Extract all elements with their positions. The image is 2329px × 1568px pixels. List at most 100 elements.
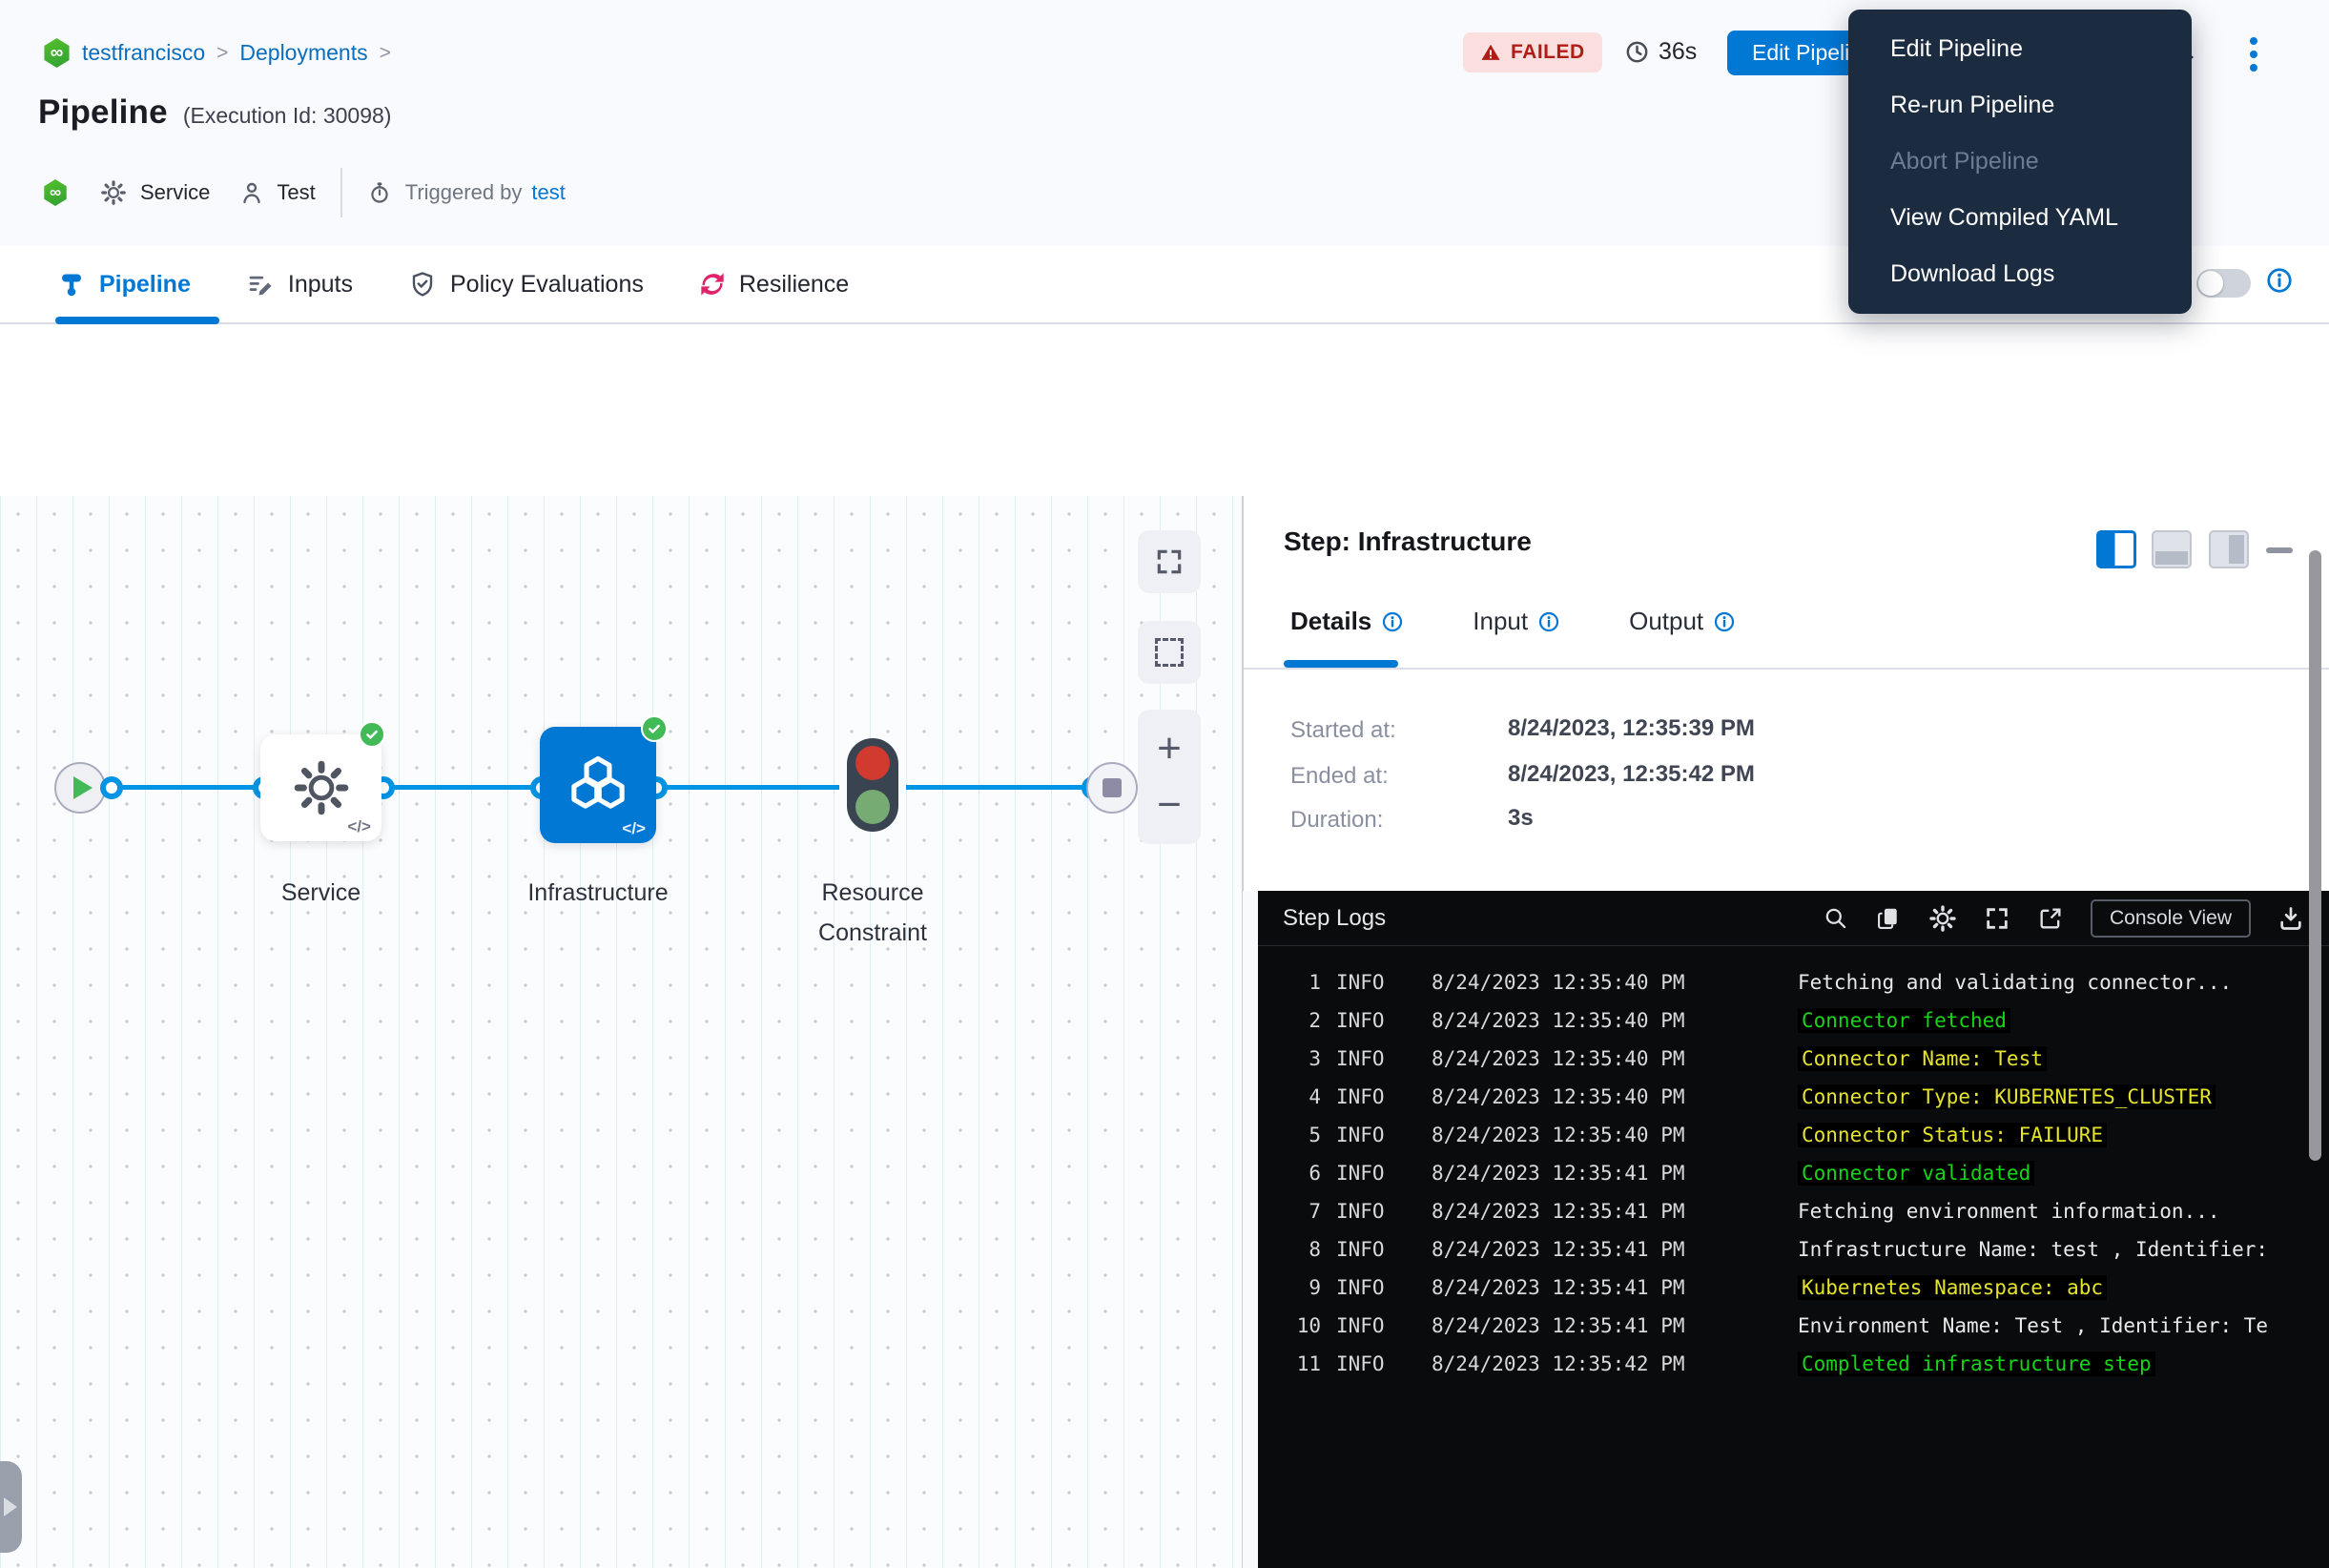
zoom-out-button[interactable]: − bbox=[1157, 789, 1182, 821]
layout-right-view-button[interactable] bbox=[2209, 530, 2249, 568]
breadcrumb-separator: > bbox=[380, 42, 391, 65]
environment-person-icon bbox=[238, 179, 265, 206]
log-row: 10INFO8/24/2023 12:35:41 PMEnvironment N… bbox=[1288, 1307, 2319, 1345]
log-row: 4INFO8/24/2023 12:35:40 PMConnector Type… bbox=[1288, 1078, 2319, 1116]
canvas-select-button[interactable] bbox=[1138, 621, 1201, 684]
step-tab-input[interactable]: Input bbox=[1473, 607, 1560, 636]
node-label-resource-constraint: Resource Constraint bbox=[792, 873, 954, 953]
log-row: 1INFO8/24/2023 12:35:40 PMFetching and v… bbox=[1288, 963, 2319, 1001]
tab-policy-evaluations[interactable]: Policy Evaluations bbox=[408, 270, 644, 299]
success-check-icon bbox=[641, 715, 668, 742]
service-meta-label: Service bbox=[140, 180, 210, 205]
console-view-button[interactable]: Console View bbox=[2091, 899, 2251, 938]
detail-label: Duration: bbox=[1290, 807, 1383, 834]
detail-value: 8/24/2023, 12:35:42 PM bbox=[1508, 761, 1755, 788]
pipeline-meta-row: ∞ Service Test Triggered by test bbox=[43, 168, 566, 217]
menu-item-download-logs[interactable]: Download Logs bbox=[1848, 246, 2192, 302]
more-options-kebab-icon[interactable] bbox=[2239, 32, 2268, 76]
infrastructure-step-node[interactable]: </> bbox=[540, 727, 656, 843]
info-icon[interactable] bbox=[1537, 610, 1560, 633]
canvas-fullscreen-button[interactable] bbox=[1138, 530, 1201, 593]
log-row: 6INFO8/24/2023 12:35:41 PMConnector vali… bbox=[1288, 1154, 2319, 1192]
menu-item-view-compiled-yaml[interactable]: View Compiled YAML bbox=[1848, 190, 2192, 246]
code-tag: </> bbox=[622, 819, 646, 838]
fullscreen-icon[interactable] bbox=[1984, 905, 2010, 932]
layout-split-view-button[interactable] bbox=[2096, 530, 2136, 568]
stage-summary-bar: deploy Started at: 8/24/2023, 12:35:11 P… bbox=[0, 324, 2329, 496]
start-node[interactable] bbox=[54, 762, 106, 814]
log-row: 2INFO8/24/2023 12:35:40 PMConnector fetc… bbox=[1288, 1001, 2319, 1040]
log-row: 8INFO8/24/2023 12:35:41 PMInfrastructure… bbox=[1288, 1230, 2319, 1269]
layout-bottom-view-button[interactable] bbox=[2152, 530, 2192, 568]
log-row: 9INFO8/24/2023 12:35:41 PMKubernetes Nam… bbox=[1288, 1269, 2319, 1307]
breadcrumb-separator: > bbox=[216, 42, 228, 65]
breadcrumb-deployments[interactable]: Deployments bbox=[239, 40, 367, 66]
cd-module-icon: ∞ bbox=[43, 179, 68, 206]
log-row: 11INFO8/24/2023 12:35:42 PMCompleted inf… bbox=[1288, 1345, 2319, 1383]
canvas-zoom-controls: + − bbox=[1138, 710, 1201, 844]
resource-constraint-node[interactable] bbox=[847, 738, 898, 832]
detail-value: 3s bbox=[1508, 805, 1534, 832]
info-icon[interactable] bbox=[1713, 610, 1736, 633]
pipeline-tab-icon bbox=[57, 270, 86, 299]
step-tab-details[interactable]: Details bbox=[1290, 607, 1404, 636]
node-label-infrastructure: Infrastructure bbox=[507, 873, 689, 913]
info-icon[interactable] bbox=[1381, 610, 1404, 633]
step-logs-header: Step Logs Console View bbox=[1258, 891, 2329, 946]
resilience-tab-icon bbox=[699, 271, 726, 298]
pipeline-canvas[interactable]: </> </> Service Infrastructure Resource … bbox=[0, 496, 1243, 1568]
tab-pipeline[interactable]: Pipeline bbox=[57, 270, 191, 299]
zoom-in-button[interactable]: + bbox=[1157, 732, 1182, 765]
shield-check-icon bbox=[408, 270, 437, 299]
fullscreen-icon bbox=[1154, 547, 1185, 577]
triggered-by-label: Triggered by bbox=[405, 180, 523, 205]
detail-value: 8/24/2023, 12:35:39 PM bbox=[1508, 715, 1755, 742]
meta-divider bbox=[340, 168, 342, 217]
warning-triangle-icon bbox=[1480, 42, 1501, 63]
menu-item-rerun-pipeline[interactable]: Re-run Pipeline bbox=[1848, 77, 2192, 134]
node-port bbox=[100, 776, 123, 799]
info-icon[interactable] bbox=[2265, 266, 2294, 295]
tab-inputs[interactable]: Inputs bbox=[246, 270, 353, 299]
step-details-panel: Step: Infrastructure Details Input Outpu… bbox=[1243, 496, 2329, 891]
gear-icon bbox=[292, 758, 351, 817]
minimize-panel-button[interactable] bbox=[2266, 547, 2293, 553]
chevron-right-icon bbox=[4, 1497, 17, 1516]
traffic-green-light bbox=[855, 790, 890, 824]
status-badge: FAILED bbox=[1463, 32, 1602, 72]
node-label-service: Service bbox=[251, 873, 391, 913]
panel-scrollbar[interactable] bbox=[2309, 550, 2321, 1161]
step-logs-title: Step Logs bbox=[1283, 905, 1386, 932]
step-tab-output[interactable]: Output bbox=[1629, 607, 1736, 636]
tab-resilience[interactable]: Resilience bbox=[699, 271, 849, 299]
copy-icon[interactable] bbox=[1875, 905, 1902, 932]
active-step-tab-underline bbox=[1284, 660, 1398, 668]
inputs-tab-icon bbox=[246, 270, 275, 299]
gear-icon[interactable] bbox=[1928, 904, 1957, 933]
traffic-red-light bbox=[855, 746, 890, 780]
active-tab-underline bbox=[55, 317, 219, 324]
open-in-new-icon[interactable] bbox=[2037, 905, 2064, 932]
menu-item-abort-pipeline[interactable]: Abort Pipeline bbox=[1848, 134, 2192, 190]
log-rows: 1INFO8/24/2023 12:35:40 PMFetching and v… bbox=[1288, 963, 2319, 1383]
service-step-node[interactable]: </> bbox=[260, 734, 381, 841]
triggered-by-user-link[interactable]: test bbox=[531, 180, 565, 205]
expand-left-panel-handle[interactable] bbox=[0, 1461, 22, 1553]
menu-item-edit-pipeline[interactable]: Edit Pipeline bbox=[1848, 21, 2192, 77]
search-icon[interactable] bbox=[1823, 905, 1848, 931]
step-panel-title: Step: Infrastructure bbox=[1284, 526, 1532, 557]
edge-service-infra bbox=[393, 785, 532, 790]
clock-icon bbox=[1624, 39, 1650, 65]
log-row: 5INFO8/24/2023 12:35:40 PMConnector Stat… bbox=[1288, 1116, 2319, 1154]
stop-icon bbox=[1103, 778, 1122, 797]
breadcrumb-project[interactable]: testfrancisco bbox=[82, 40, 205, 66]
end-node[interactable] bbox=[1086, 762, 1138, 814]
detail-label: Started at: bbox=[1290, 717, 1396, 744]
view-toggle-switch[interactable] bbox=[2196, 269, 2251, 298]
pipeline-options-menu: Edit Pipeline Re-run Pipeline Abort Pipe… bbox=[1848, 10, 2192, 314]
step-logs-console: Step Logs Console View 1INFO8/24/2023 12… bbox=[1258, 891, 2329, 1568]
log-row: 7INFO8/24/2023 12:35:41 PMFetching envir… bbox=[1288, 1192, 2319, 1230]
download-logs-icon[interactable] bbox=[2277, 905, 2304, 932]
play-icon bbox=[73, 776, 93, 799]
elapsed-time: 36s bbox=[1624, 38, 1697, 66]
